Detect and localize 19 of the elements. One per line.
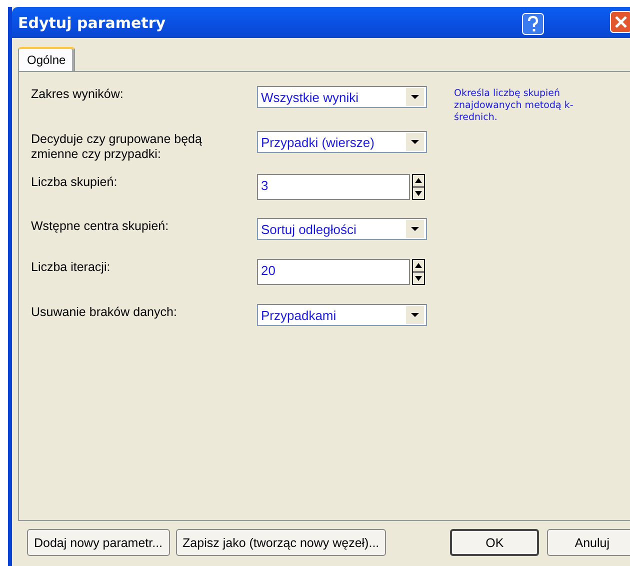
number-field[interactable]: 20	[257, 259, 410, 285]
window-title: Edytuj parametry	[18, 14, 167, 32]
dropdown[interactable]: Sortuj odległości	[257, 218, 427, 240]
tab[interactable]: Ogólne	[18, 47, 75, 71]
field-label: Wstępne centra skupień:	[31, 218, 170, 234]
dialog-button[interactable]: OK	[450, 529, 540, 556]
dropdown[interactable]: Przypadkami	[257, 304, 427, 326]
dialog-button[interactable]: Dodaj nowy parametr...	[27, 529, 170, 556]
dropdown[interactable]: Wszystkie wyniki	[257, 86, 427, 108]
dialog-button[interactable]: Zapisz jako (tworząc nowy węzeł)...	[176, 529, 386, 556]
dialog-button[interactable]: Anuluj	[547, 529, 630, 556]
number-field[interactable]: 3	[257, 174, 410, 200]
field-label: Usuwanie braków danych:	[31, 304, 178, 320]
field-label: Liczba skupień:	[31, 174, 118, 190]
help-text: Określa liczbę skupień znajdowanych metodą k-średnich.	[454, 88, 574, 125]
field-label: Decyduje czy grupowane będą zmienne czy przypadki:	[31, 131, 203, 162]
field-label: Liczba iteracji:	[31, 259, 112, 275]
field-label: Zakres wyników:	[31, 86, 124, 102]
dropdown[interactable]: Przypadki (wiersze)	[257, 131, 427, 153]
